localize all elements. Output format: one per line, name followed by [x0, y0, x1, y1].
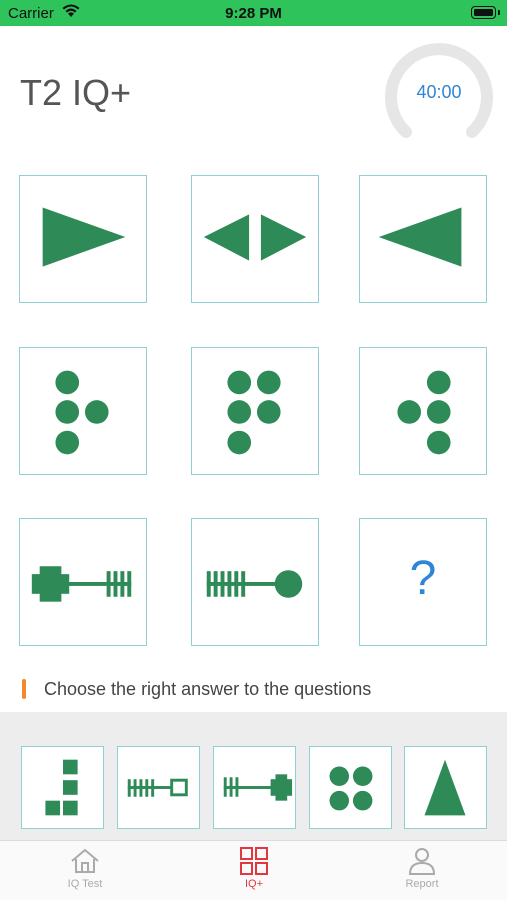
instruction-text: Choose the right answer to the questions	[44, 679, 372, 699]
tab-bar: IQ Test IQ+ Report	[0, 840, 507, 900]
timer-value: 40:00	[416, 82, 462, 102]
triangle-up-icon	[424, 759, 466, 816]
dots-four-icon	[55, 370, 109, 455]
blocks-stairs-icon	[45, 759, 78, 816]
house-icon	[71, 848, 99, 873]
puzzle-cell	[191, 518, 319, 646]
status-bar: Carrier 9:28 PM	[0, 0, 507, 26]
tab-label: IQ+	[244, 878, 264, 890]
puzzle-cell	[191, 347, 319, 475]
grid-icon	[240, 847, 268, 875]
tab-label: IQ Test	[67, 878, 103, 890]
answer-panel	[0, 712, 507, 840]
tab-iq-plus[interactable]: IQ+	[204, 847, 304, 890]
page-title: T2 IQ+	[20, 72, 132, 113]
instruction-marker	[22, 679, 26, 699]
clock: 9:28 PM	[225, 5, 282, 22]
answer-option-5[interactable]	[404, 746, 487, 829]
key-square-icon	[127, 778, 188, 797]
triangle-left-icon	[378, 207, 462, 267]
key-cross-reversed-icon	[223, 774, 293, 801]
answer-placeholder: ?	[359, 518, 487, 646]
answer-option-3[interactable]	[213, 746, 296, 829]
answer-option-2[interactable]	[117, 746, 200, 829]
puzzle-cell	[19, 518, 147, 646]
dots-five-icon	[227, 370, 281, 455]
key-cross-icon	[31, 566, 132, 602]
answer-option-1[interactable]	[21, 746, 104, 829]
puzzle-cell	[359, 347, 487, 475]
question-mark-icon: ?	[409, 552, 437, 605]
puzzle-cell	[191, 175, 319, 303]
answer-option-4[interactable]	[309, 746, 392, 829]
dots-four-grid-icon	[329, 766, 373, 811]
puzzle-cell	[19, 175, 147, 303]
battery-tip	[498, 10, 500, 15]
tab-report[interactable]: Report	[372, 847, 472, 890]
puzzle-cell	[359, 175, 487, 303]
tab-iq-test[interactable]: IQ Test	[35, 847, 135, 890]
battery-icon	[471, 6, 496, 19]
tab-label: Report	[405, 878, 439, 890]
triangle-right-icon	[42, 207, 126, 267]
dots-four-mirrored-icon	[397, 370, 451, 455]
puzzle-cell	[19, 347, 147, 475]
key-round-icon	[206, 570, 303, 598]
person-icon	[408, 848, 436, 875]
triangles-facing-out-icon	[203, 214, 307, 261]
